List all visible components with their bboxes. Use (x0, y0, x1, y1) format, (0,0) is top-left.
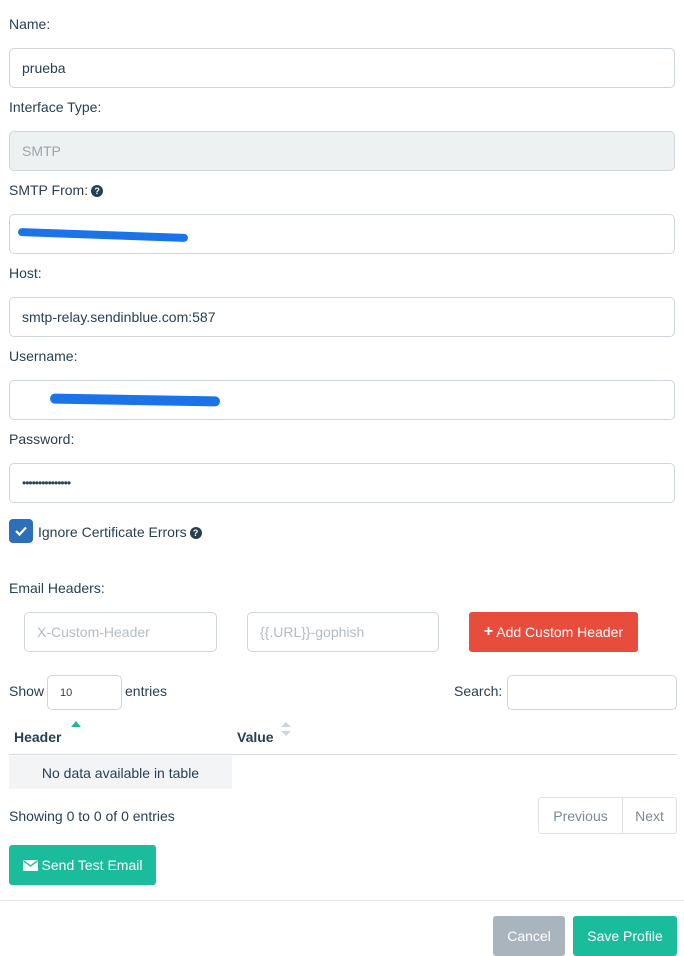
check-icon (15, 526, 27, 536)
username-label: Username: (9, 348, 78, 364)
ignore-cert-label: Ignore Certificate Errors? (38, 524, 202, 540)
help-icon[interactable]: ? (189, 527, 202, 540)
cancel-label: Cancel (507, 928, 551, 944)
save-profile-button[interactable]: Save Profile (573, 916, 677, 956)
send-test-email-button[interactable]: Send Test Email (9, 845, 156, 885)
modal-footer-divider (0, 900, 684, 901)
cancel-button[interactable]: Cancel (493, 916, 565, 956)
name-input[interactable]: prueba (9, 48, 675, 88)
add-custom-header-button[interactable]: + Add Custom Header (469, 612, 638, 652)
save-profile-label: Save Profile (587, 928, 663, 944)
name-label: Name: (9, 16, 51, 32)
previous-page-button[interactable]: Previous (539, 798, 623, 833)
entries-label: entries (125, 683, 168, 699)
send-test-email-label: Send Test Email (41, 857, 143, 873)
add-custom-header-label: Add Custom Header (496, 624, 624, 640)
password-input[interactable]: ••••••••••••••• (9, 463, 675, 503)
username-input[interactable] (9, 380, 675, 420)
search-label: Search: (454, 683, 503, 699)
smtp-from-input[interactable] (9, 214, 675, 254)
host-label: Host: (9, 265, 42, 281)
redaction-scribble (49, 393, 221, 407)
ignore-cert-text: Ignore Certificate Errors (38, 524, 187, 540)
value-column-title[interactable]: Value (237, 729, 274, 745)
header-column-title[interactable]: Header (14, 729, 61, 745)
host-input[interactable]: smtp-relay.sendinblue.com:587 (9, 297, 675, 337)
smtp-from-label-text: SMTP From: (9, 182, 89, 198)
plus-icon: + (483, 623, 494, 640)
sort-both-icon[interactable] (281, 722, 291, 736)
redaction-scribble (17, 228, 189, 242)
header-value-input[interactable]: {{.URL}}-gophish (247, 612, 439, 652)
table-header-divider (9, 754, 677, 755)
table-info: Showing 0 to 0 of 0 entries (9, 808, 175, 824)
entries-select[interactable]: 10 (47, 675, 122, 710)
empty-table-cell: No data available in table (9, 756, 232, 789)
sort-asc-icon[interactable] (71, 721, 81, 727)
next-page-button[interactable]: Next (623, 798, 676, 833)
show-label: Show (9, 683, 45, 699)
help-icon[interactable]: ? (91, 185, 104, 198)
envelope-icon (22, 859, 38, 871)
interface-type-label: Interface Type: (9, 99, 102, 115)
password-label: Password: (9, 431, 75, 447)
email-headers-label: Email Headers: (9, 580, 105, 596)
pagination: Previous Next (538, 797, 677, 834)
header-key-input[interactable]: X-Custom-Header (24, 612, 217, 652)
ignore-cert-checkbox[interactable] (9, 519, 33, 543)
search-input[interactable] (507, 675, 677, 710)
smtp-from-label: SMTP From:? (9, 182, 104, 198)
interface-type-input: SMTP (9, 131, 675, 171)
